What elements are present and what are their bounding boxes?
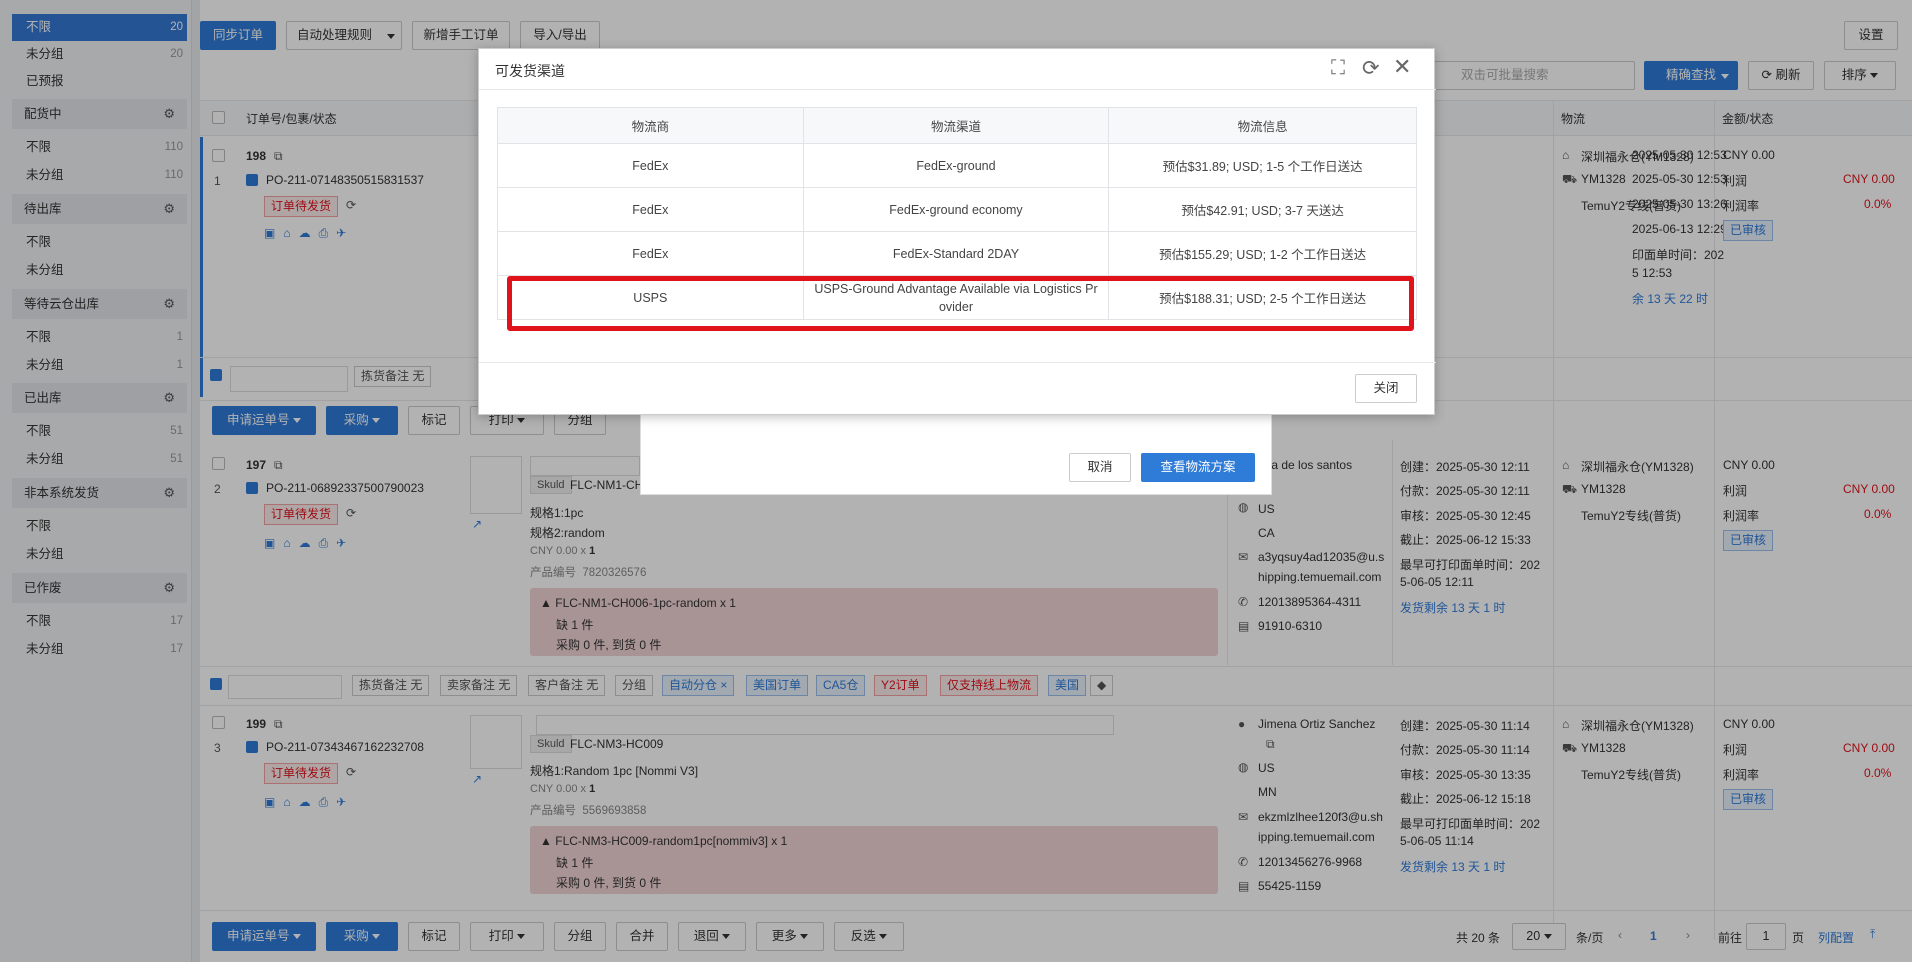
info-cell: 预估$155.29; USD; 1-2 个工作日送达: [1108, 231, 1417, 276]
channel-cell: FedEx-ground: [802, 143, 1110, 188]
view-logistics-plan-button[interactable]: 查看物流方案: [1141, 453, 1255, 482]
modal-title: 可发货渠道: [495, 63, 565, 79]
table-row[interactable]: FedEx FedEx-Standard 2DAY 预估$155.29; USD…: [497, 231, 1417, 276]
column-header-carrier: 物流商: [497, 107, 804, 144]
shipping-channels-modal: 可发货渠道 ⛶ ⟳ ✕ 物流商 物流渠道 物流信息 FedEx FedEx-gr…: [478, 48, 1436, 415]
table-row[interactable]: FedEx FedEx-ground 预估$31.89; USD; 1-5 个工…: [497, 143, 1417, 188]
carrier-cell: FedEx: [497, 143, 804, 188]
highlight-box: [507, 276, 1414, 331]
cancel-button[interactable]: 取消: [1069, 453, 1131, 482]
close-icon[interactable]: ✕: [1393, 54, 1411, 80]
channel-cell: FedEx-ground economy: [802, 187, 1110, 232]
column-header-info: 物流信息: [1108, 107, 1417, 144]
carrier-cell: FedEx: [497, 231, 804, 276]
refresh-icon[interactable]: ⟳: [1362, 56, 1380, 81]
info-cell: 预估$31.89; USD; 1-5 个工作日送达: [1108, 143, 1417, 188]
close-button[interactable]: 关闭: [1355, 374, 1417, 403]
channel-cell: FedEx-Standard 2DAY: [802, 231, 1110, 276]
carrier-cell: FedEx: [497, 187, 804, 232]
maximize-icon[interactable]: ⛶: [1331, 57, 1345, 80]
table-row[interactable]: FedEx FedEx-ground economy 预估$42.91; USD…: [497, 187, 1417, 232]
info-cell: 预估$42.91; USD; 3-7 天送达: [1108, 187, 1417, 232]
column-header-channel: 物流渠道: [802, 107, 1110, 144]
